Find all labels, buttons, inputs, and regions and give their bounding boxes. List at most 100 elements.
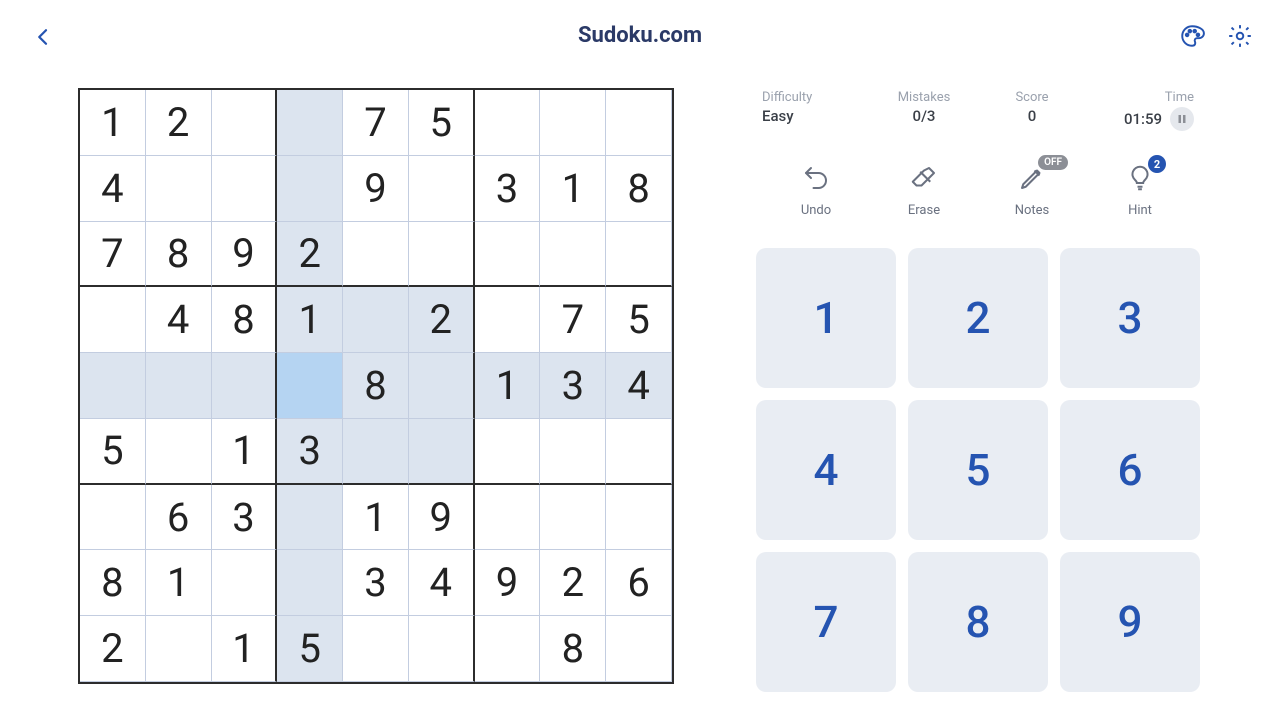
cell-r2-c5[interactable] [409,222,475,288]
cell-r6-c1[interactable]: 6 [146,485,212,551]
cell-r5-c2[interactable]: 1 [212,419,278,485]
cell-r8-c2[interactable]: 1 [212,616,278,682]
numpad-8[interactable]: 8 [908,552,1048,692]
cell-r4-c5[interactable] [409,353,475,419]
cell-r7-c2[interactable] [212,550,278,616]
palette-icon [1179,23,1205,49]
cell-r0-c4[interactable]: 7 [343,90,409,156]
cell-r6-c4[interactable]: 1 [343,485,409,551]
cell-r4-c1[interactable] [146,353,212,419]
back-button[interactable] [28,22,58,52]
theme-button[interactable] [1178,22,1206,50]
undo-button[interactable]: Undo [762,161,870,218]
cell-r7-c3[interactable] [277,550,343,616]
cell-r7-c4[interactable]: 3 [343,550,409,616]
side-panel: Difficulty Easy Mistakes 0/3 Score 0 Tim… [756,90,1200,692]
cell-r5-c6[interactable] [475,419,541,485]
cell-r0-c7[interactable] [540,90,606,156]
cell-r7-c1[interactable]: 1 [146,550,212,616]
numpad-3[interactable]: 3 [1060,248,1200,388]
cell-r0-c8[interactable] [606,90,672,156]
cell-r0-c6[interactable] [475,90,541,156]
cell-r3-c2[interactable]: 8 [212,287,278,353]
cell-r2-c8[interactable] [606,222,672,288]
cell-r4-c0[interactable] [80,353,146,419]
cell-r4-c2[interactable] [212,353,278,419]
numpad-4[interactable]: 4 [756,400,896,540]
notes-button[interactable]: OFF Notes [978,161,1086,218]
cell-r8-c1[interactable] [146,616,212,682]
cell-r1-c6[interactable]: 3 [475,156,541,222]
cell-r3-c8[interactable]: 5 [606,287,672,353]
cell-r0-c1[interactable]: 2 [146,90,212,156]
cell-r8-c7[interactable]: 8 [540,616,606,682]
cell-r5-c4[interactable] [343,419,409,485]
cell-r7-c7[interactable]: 2 [540,550,606,616]
cell-r4-c8[interactable]: 4 [606,353,672,419]
cell-r2-c0[interactable]: 7 [80,222,146,288]
cell-r5-c5[interactable] [409,419,475,485]
settings-button[interactable] [1226,22,1254,50]
cell-r3-c3[interactable]: 1 [277,287,343,353]
cell-r6-c5[interactable]: 9 [409,485,475,551]
pause-button[interactable] [1170,107,1194,131]
cell-r3-c6[interactable] [475,287,541,353]
cell-r4-c4[interactable]: 8 [343,353,409,419]
cell-r0-c3[interactable] [277,90,343,156]
hint-button[interactable]: 2 Hint [1086,161,1194,218]
cell-r7-c8[interactable]: 6 [606,550,672,616]
cell-r1-c2[interactable] [212,156,278,222]
cell-r4-c3[interactable] [277,353,343,419]
cell-r1-c0[interactable]: 4 [80,156,146,222]
cell-r2-c7[interactable] [540,222,606,288]
cell-r1-c7[interactable]: 1 [540,156,606,222]
cell-r0-c5[interactable]: 5 [409,90,475,156]
cell-r8-c5[interactable] [409,616,475,682]
cell-r2-c4[interactable] [343,222,409,288]
cell-r1-c4[interactable]: 9 [343,156,409,222]
cell-r5-c8[interactable] [606,419,672,485]
numpad-9[interactable]: 9 [1060,552,1200,692]
cell-r8-c0[interactable]: 2 [80,616,146,682]
cell-r5-c0[interactable]: 5 [80,419,146,485]
erase-button[interactable]: Erase [870,161,978,218]
numpad-6[interactable]: 6 [1060,400,1200,540]
cell-r8-c4[interactable] [343,616,409,682]
cell-r3-c1[interactable]: 4 [146,287,212,353]
cell-r8-c3[interactable]: 5 [277,616,343,682]
cell-r3-c7[interactable]: 7 [540,287,606,353]
cell-r6-c8[interactable] [606,485,672,551]
cell-r7-c5[interactable]: 4 [409,550,475,616]
cell-r2-c6[interactable] [475,222,541,288]
cell-r0-c0[interactable]: 1 [80,90,146,156]
numpad-1[interactable]: 1 [756,248,896,388]
cell-r3-c0[interactable] [80,287,146,353]
cell-r1-c8[interactable]: 8 [606,156,672,222]
cell-r7-c6[interactable]: 9 [475,550,541,616]
cell-r1-c5[interactable] [409,156,475,222]
numpad-7[interactable]: 7 [756,552,896,692]
cell-r2-c2[interactable]: 9 [212,222,278,288]
cell-r6-c2[interactable]: 3 [212,485,278,551]
cell-r3-c5[interactable]: 2 [409,287,475,353]
cell-r4-c7[interactable]: 3 [540,353,606,419]
numpad-2[interactable]: 2 [908,248,1048,388]
cell-r6-c0[interactable] [80,485,146,551]
numpad-5[interactable]: 5 [908,400,1048,540]
cell-r1-c3[interactable] [277,156,343,222]
cell-r5-c3[interactable]: 3 [277,419,343,485]
cell-r4-c6[interactable]: 1 [475,353,541,419]
cell-r3-c4[interactable] [343,287,409,353]
cell-r6-c7[interactable] [540,485,606,551]
cell-r8-c8[interactable] [606,616,672,682]
cell-r7-c0[interactable]: 8 [80,550,146,616]
cell-r0-c2[interactable] [212,90,278,156]
cell-r2-c1[interactable]: 8 [146,222,212,288]
cell-r2-c3[interactable]: 2 [277,222,343,288]
cell-r5-c7[interactable] [540,419,606,485]
cell-r6-c6[interactable] [475,485,541,551]
cell-r1-c1[interactable] [146,156,212,222]
cell-r8-c6[interactable] [475,616,541,682]
cell-r5-c1[interactable] [146,419,212,485]
cell-r6-c3[interactable] [277,485,343,551]
